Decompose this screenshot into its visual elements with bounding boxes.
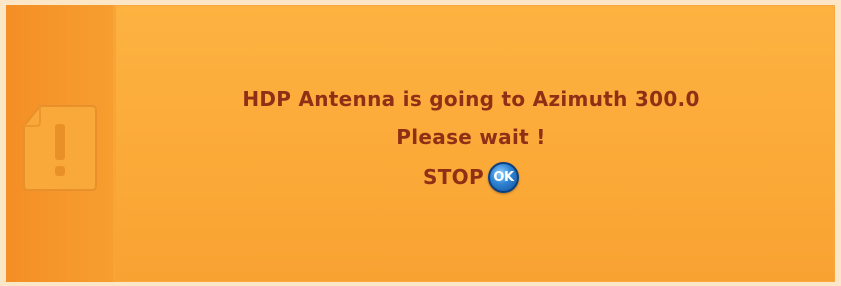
- stop-control: STOP OK: [156, 161, 786, 193]
- ok-button[interactable]: OK: [487, 161, 519, 193]
- azimuth-progress-dialog: HDP Antenna is going to Azimuth 300.0 Pl…: [6, 5, 835, 282]
- warning-icon: [23, 105, 97, 191]
- message-line-azimuth: HDP Antenna is going to Azimuth 300.0: [242, 87, 700, 111]
- stop-label: STOP: [423, 165, 484, 189]
- message-line-wait: Please wait !: [396, 125, 546, 149]
- dialog-message: HDP Antenna is going to Azimuth 300.0 Pl…: [156, 85, 786, 193]
